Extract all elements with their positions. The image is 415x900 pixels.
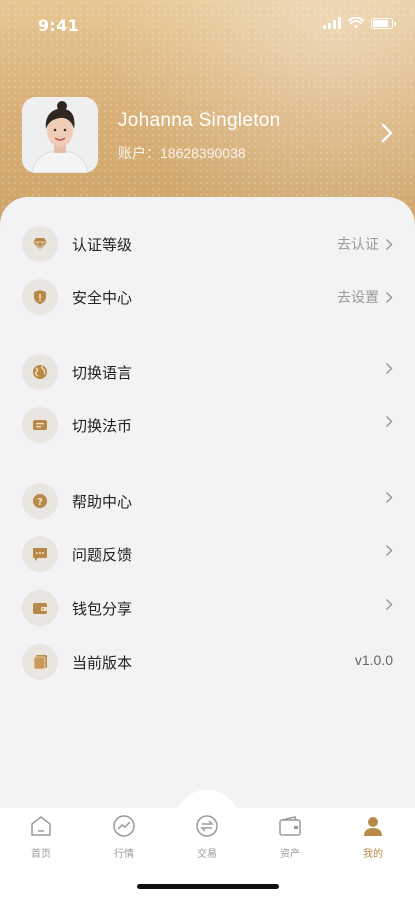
chevron-right-icon [385,362,393,375]
chevron-right-icon [385,415,393,428]
account-number: 18628390038 [160,145,246,161]
menu-item-currency[interactable]: 切换法币 [22,405,393,445]
currency-icon [22,407,58,443]
battery-icon [371,17,396,29]
shield-icon [22,279,58,315]
menu-item-security[interactable]: 安全中心 去设置 [22,277,393,317]
menu-item-version[interactable]: 当前版本 v1.0.0 [22,642,393,682]
settings-panel: 认证等级 去认证 安全中心 去设置 切换语言 切换法币 ? 帮助中心 问题反馈 … [0,197,415,817]
chevron-right-icon[interactable] [381,123,393,143]
book-icon [22,644,58,680]
avatar[interactable] [22,97,98,173]
account-label: 账户： [118,145,160,161]
menu-item-feedback[interactable]: 问题反馈 [22,534,393,574]
avatar-image [22,97,98,173]
menu-item-verification[interactable]: 认证等级 去认证 [22,224,393,264]
status-icons [323,17,396,29]
menu-value: 去设置 [337,290,379,306]
home-icon [31,816,51,836]
status-bar: 9:41 [0,0,415,50]
chevron-right-icon [385,598,393,611]
help-icon: ? [22,483,58,519]
menu-item-wallet-share[interactable]: 钱包分享 [22,588,393,628]
wifi-icon [348,17,364,29]
tab-assets[interactable]: 资产 [260,814,320,864]
menu-label: 切换语言 [72,364,133,382]
tab-label: 交易 [197,849,217,860]
feedback-icon [22,536,58,572]
account-info: 账户：18628390038 [118,143,246,163]
user-icon [364,817,382,836]
home-indicator [137,884,279,889]
menu-label: 当前版本 [72,654,133,672]
chart-icon [113,815,135,837]
profile-card[interactable]: Johanna Singleton 账户：18628390038 [22,97,393,175]
tab-market[interactable]: 行情 [94,814,154,864]
menu-label: 问题反馈 [72,546,133,564]
chevron-right-icon [385,491,393,504]
tab-trade[interactable]: 交易 [177,814,237,864]
tab-label: 我的 [363,849,383,860]
user-name: Johanna Singleton [118,110,281,131]
diamond-icon [22,226,58,262]
tab-label: 资产 [280,849,300,860]
tab-label: 首页 [31,849,51,860]
version-value: v1.0.0 [354,652,393,668]
chevron-right-icon [385,544,393,557]
menu-label: 安全中心 [72,289,133,307]
status-time: 9:41 [38,16,79,35]
menu-label: 认证等级 [72,236,133,254]
tab-home[interactable]: 首页 [11,814,71,864]
wallet-icon [22,590,58,626]
signal-icon [323,17,341,29]
chevron-right-icon [385,238,393,250]
svg-text:?: ? [37,497,43,508]
menu-label: 切换法币 [72,417,133,435]
menu-item-help[interactable]: ? 帮助中心 [22,481,393,521]
menu-value: 去认证 [337,237,379,253]
wallet-tab-icon [279,816,301,836]
exchange-icon [196,815,218,837]
menu-label: 帮助中心 [72,493,133,511]
chevron-right-icon [385,291,393,303]
tab-label: 行情 [114,849,134,860]
globe-icon [22,354,58,390]
menu-item-language[interactable]: 切换语言 [22,352,393,392]
menu-label: 钱包分享 [72,600,133,618]
tab-mine[interactable]: 我的 [343,814,403,864]
